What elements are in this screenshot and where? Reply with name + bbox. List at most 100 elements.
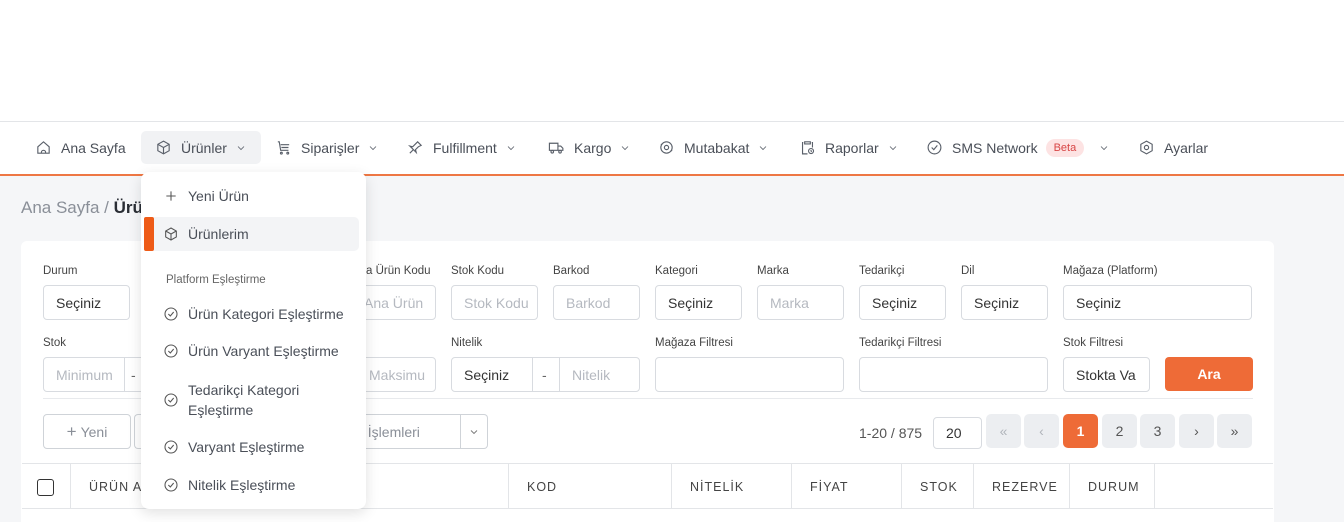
first-page-button[interactable]: « bbox=[986, 414, 1021, 448]
dropdown-separator bbox=[460, 415, 461, 448]
prev-page-button[interactable]: ‹ bbox=[1024, 414, 1059, 448]
dil-select[interactable]: Seçiniz bbox=[961, 285, 1048, 320]
page-1-button[interactable]: 1 bbox=[1063, 414, 1098, 448]
top-header bbox=[0, 0, 1344, 122]
check-circle-icon bbox=[164, 393, 178, 407]
nav-reports-label: Raporlar bbox=[825, 139, 879, 156]
ana-urun-kodu-label: a Ürün Kodu bbox=[366, 265, 431, 277]
menu-item-label: Nitelik Eşleştirme bbox=[188, 477, 296, 493]
nitelik-separator: - bbox=[532, 357, 560, 392]
nav-settings-label: Ayarlar bbox=[1164, 139, 1209, 156]
main-navigation: Ana Sayfa Ürünler Siparişler Fulfillment… bbox=[0, 122, 1344, 176]
new-button[interactable]: + Yeni bbox=[43, 414, 131, 449]
last-page-button[interactable]: » bbox=[1217, 414, 1252, 448]
menu-item-category-matching[interactable]: Ürün Kategori Eşleştirme bbox=[163, 306, 344, 322]
marka-input[interactable]: Marka bbox=[757, 285, 844, 320]
pin-icon bbox=[407, 141, 423, 155]
plus-icon bbox=[166, 191, 176, 201]
pagination-range: 1-20 / 875 bbox=[859, 425, 923, 441]
nav-products-label: Ürünler bbox=[181, 139, 227, 156]
nitelik-label: Nitelik bbox=[451, 337, 483, 349]
column-kod[interactable]: KOD bbox=[508, 464, 672, 510]
page-size-input[interactable]: 20 bbox=[933, 417, 982, 449]
nav-cargo[interactable]: Kargo bbox=[548, 131, 631, 164]
search-button[interactable]: Ara bbox=[1165, 357, 1253, 391]
menu-item-label: Varyant Eşleştirme bbox=[188, 439, 305, 455]
active-indicator bbox=[144, 217, 154, 251]
nav-sms-network[interactable]: SMS Network Beta bbox=[926, 131, 1110, 164]
kategori-select[interactable]: Seçiniz bbox=[655, 285, 742, 320]
nav-home[interactable]: Ana Sayfa bbox=[35, 131, 126, 164]
box-icon bbox=[157, 140, 170, 155]
menu-item-variant-matching-2[interactable]: Varyant Eşleştirme bbox=[163, 439, 304, 455]
durum-select[interactable]: Seçiniz bbox=[43, 285, 130, 320]
breadcrumb-home[interactable]: Ana Sayfa / bbox=[21, 198, 109, 217]
page-3-button[interactable]: 3 bbox=[1140, 414, 1175, 448]
column-rezerve[interactable]: REZERVE bbox=[973, 464, 1070, 510]
beta-badge: Beta bbox=[1045, 138, 1085, 157]
breadcrumb: Ana Sayfa / Ürü bbox=[21, 198, 143, 218]
magaza-filtresi-label: Mağaza Filtresi bbox=[655, 337, 733, 349]
magaza-select[interactable]: Seçiniz bbox=[1063, 285, 1252, 320]
menu-item-label: Ürün Varyant Eşleştirme bbox=[188, 343, 339, 359]
nav-reports[interactable]: Raporlar bbox=[799, 131, 899, 164]
column-stok[interactable]: STOK bbox=[901, 464, 974, 510]
stok-kodu-input[interactable]: Stok Kodu bbox=[451, 285, 538, 320]
check-circle-icon bbox=[927, 140, 942, 155]
tedarikci-filtresi-select[interactable] bbox=[859, 357, 1048, 392]
menu-item-attribute-matching[interactable]: Nitelik Eşleştirme bbox=[163, 477, 295, 493]
menu-item-supplier-category-matching[interactable]: Tedarikçi Kategori Eşleştirme bbox=[163, 380, 313, 420]
chevron-down-icon bbox=[370, 145, 377, 150]
next-page-button[interactable]: › bbox=[1179, 414, 1214, 448]
nav-settings[interactable]: Ayarlar bbox=[1138, 131, 1208, 164]
chevron-down-icon bbox=[507, 145, 515, 150]
stok-filtresi-select[interactable]: Stokta Va bbox=[1063, 357, 1150, 392]
stok-label: Stok bbox=[43, 337, 67, 349]
products-dropdown-menu: Yeni Ürün Ürünlerim Platform Eşleştirme … bbox=[141, 172, 366, 509]
chevron-down-icon bbox=[237, 145, 245, 150]
column-durum[interactable]: DURUM bbox=[1069, 464, 1155, 510]
nitelik-select[interactable]: Seçiniz bbox=[451, 357, 533, 392]
stok-filtresi-label: Stok Filtresi bbox=[1063, 337, 1124, 349]
tedarikci-select[interactable]: Seçiniz bbox=[859, 285, 946, 320]
select-all-checkbox[interactable] bbox=[37, 478, 54, 496]
nav-products[interactable]: Ürünler bbox=[141, 131, 261, 164]
barkod-input[interactable]: Barkod bbox=[553, 285, 640, 320]
nitelik-input[interactable]: Nitelik bbox=[559, 357, 640, 392]
chevron-down-icon bbox=[760, 145, 767, 150]
menu-item-my-products[interactable]: Ürünlerim bbox=[144, 217, 359, 251]
nav-fulfillment-label: Fulfillment bbox=[433, 139, 497, 156]
truck-icon bbox=[548, 142, 564, 154]
nav-sms-label: SMS Network bbox=[952, 139, 1038, 156]
menu-item-variant-matching[interactable]: Ürün Varyant Eşleştirme bbox=[163, 343, 339, 359]
nav-reconciliation[interactable]: Mutabakat bbox=[658, 131, 769, 164]
check-circle-icon bbox=[164, 478, 178, 492]
menu-item-new-product[interactable]: Yeni Ürün bbox=[163, 188, 249, 204]
stok-min-input[interactable]: Minimum bbox=[43, 357, 125, 392]
plus-icon: + bbox=[66, 421, 77, 441]
reconciliation-icon bbox=[660, 141, 673, 154]
menu-item-label: Yeni Ürün bbox=[188, 188, 249, 204]
new-button-label: Yeni bbox=[80, 423, 108, 440]
nav-orders[interactable]: Siparişler bbox=[275, 131, 379, 164]
menu-item-label: Ürünlerim bbox=[188, 226, 249, 242]
magaza-label: Mağaza (Platform) bbox=[1063, 265, 1158, 277]
table-row bbox=[22, 509, 1273, 522]
barkod-label: Barkod bbox=[553, 265, 590, 277]
nav-cargo-label: Kargo bbox=[574, 139, 612, 156]
menu-section-title: Platform Eşleştirme bbox=[166, 274, 266, 286]
breadcrumb-current: Ürü bbox=[113, 198, 143, 217]
nav-reconciliation-label: Mutabakat bbox=[684, 139, 750, 156]
column-fiyat[interactable]: FİYAT bbox=[791, 464, 902, 510]
dil-label: Dil bbox=[961, 265, 975, 277]
column-nitelik[interactable]: NİTELİK bbox=[671, 464, 792, 510]
box-icon bbox=[165, 227, 177, 241]
durum-label: Durum bbox=[43, 265, 78, 277]
tedarikci-filtresi-label: Tedarikçi Filtresi bbox=[859, 337, 942, 349]
tedarikci-label: Tedarikçi bbox=[859, 265, 905, 277]
magaza-filtresi-select[interactable] bbox=[655, 357, 844, 392]
nav-fulfillment[interactable]: Fulfillment bbox=[407, 131, 517, 164]
column-actions bbox=[1154, 464, 1273, 510]
check-circle-icon bbox=[164, 307, 178, 321]
page-2-button[interactable]: 2 bbox=[1102, 414, 1137, 448]
